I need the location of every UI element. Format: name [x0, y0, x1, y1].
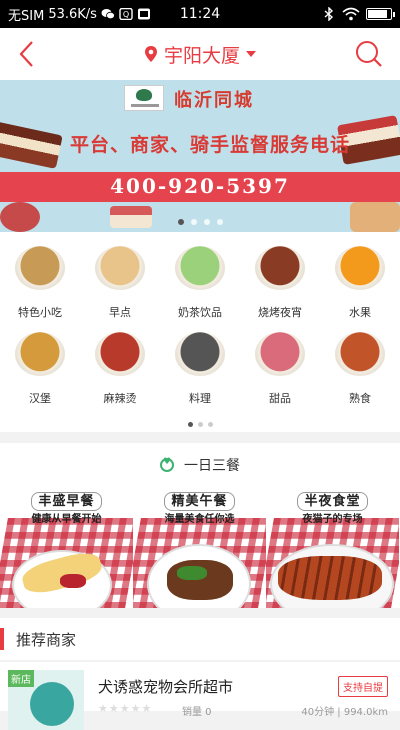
category-panel: 特色小吃 早点 奶茶饮品 烧烤夜宵 水果汉堡 麻辣烫 料理 甜品 熟食 [0, 232, 400, 432]
merchant-card[interactable]: 新店 犬诱惑宠物会所超市 支持自提 ★★★★★ 销量 0 40分钟 | 994.… [0, 662, 400, 730]
svg-text:Q: Q [123, 10, 129, 19]
banner-brand: 临沂同城 [174, 90, 254, 111]
category-label: 熟食 [349, 392, 371, 405]
meal-card-late-night[interactable]: 半夜食堂 夜猫子的专场 [266, 488, 399, 608]
wifi-icon [342, 7, 360, 21]
category-pagination [0, 422, 400, 427]
burger-icon [15, 332, 65, 376]
back-icon[interactable] [14, 38, 42, 70]
category-label: 麻辣烫 [103, 392, 137, 405]
carrier-label: 无SIM [8, 8, 45, 24]
cake-decoration [0, 202, 40, 232]
search-icon[interactable] [354, 39, 384, 69]
heart-icon [160, 457, 174, 472]
banner-pagination [0, 219, 400, 225]
category-item[interactable]: 麻辣烫 [80, 332, 160, 418]
meal-subtitle: 夜猫子的专场 [302, 514, 363, 525]
snack-icon [15, 246, 65, 290]
image-icon [137, 8, 150, 20]
category-label: 早点 [109, 306, 131, 319]
greens-food [177, 566, 207, 580]
meal-subtitle: 健康从早餐开始 [31, 514, 102, 525]
category-item[interactable]: 甜品 [240, 332, 320, 418]
battery-icon [366, 8, 395, 20]
meals-title: 一日三餐 [184, 458, 240, 474]
skewers-food [278, 556, 382, 600]
section-marker [0, 628, 4, 650]
category-item[interactable]: 奶茶饮品 [160, 246, 240, 332]
bluetooth-icon [324, 7, 334, 21]
category-item[interactable]: 特色小吃 [0, 246, 80, 332]
banner-phone: 400-920-5397 [110, 174, 290, 198]
meal-name: 精美午餐 [164, 492, 235, 511]
pagination-dot [187, 422, 193, 427]
orange-icon [335, 246, 385, 290]
pagination-dot [177, 219, 184, 225]
location-pin-icon [144, 46, 157, 62]
pickup-tag: 支持自提 [338, 676, 388, 697]
category-item[interactable]: 烧烤夜宵 [240, 246, 320, 332]
merchant-name: 犬诱惑宠物会所超市 [98, 678, 234, 696]
notification-icon: Q [119, 8, 133, 20]
pagination-dot [207, 422, 213, 427]
spicy-hotpot-icon [95, 332, 145, 376]
status-bar: 无SIM 53.6K/s Q 11:24 [0, 0, 400, 28]
meal-card-lunch[interactable]: 精美午餐 海量美食任你选 [133, 488, 266, 608]
pagination-dot [203, 219, 210, 225]
category-label: 料理 [189, 392, 211, 405]
network-speed: 53.6K/s [48, 6, 97, 22]
category-label: 特色小吃 [18, 306, 62, 319]
milk-tea-icon [175, 246, 225, 290]
category-item[interactable]: 熟食 [320, 332, 400, 418]
meal-name: 丰盛早餐 [31, 492, 102, 511]
cooked-food-icon [335, 332, 385, 376]
category-label: 烧烤夜宵 [258, 306, 302, 319]
pagination-dot [197, 422, 203, 427]
pagination-dot [190, 219, 197, 225]
pet-logo-icon [30, 682, 74, 726]
location-selector[interactable]: 宇阳大厦 [144, 41, 256, 68]
category-item[interactable]: 汉堡 [0, 332, 80, 418]
category-item[interactable]: 早点 [80, 246, 160, 332]
category-label: 甜品 [269, 392, 291, 405]
pagination-dot [216, 219, 223, 225]
dumpling-icon [95, 246, 145, 290]
category-label: 奶茶饮品 [178, 306, 222, 319]
sushi-icon [175, 332, 225, 376]
rating-stars: ★★★★★ [98, 702, 153, 715]
category-item[interactable]: 水果 [320, 246, 400, 332]
three-meals-section: 一日三餐 丰盛早餐 健康从早餐开始 精美午餐 海量美食任你选 半夜食堂 夜猫子的… [0, 443, 400, 608]
new-store-badge: 新店 [8, 670, 34, 687]
meal-name: 半夜食堂 [297, 492, 368, 511]
banner-slogan: 平台、商家、骑手监督服务电话 [69, 134, 350, 156]
location-label: 宇阳大厦 [163, 44, 240, 67]
meal-card-breakfast[interactable]: 丰盛早餐 健康从早餐开始 [0, 488, 133, 608]
recommend-header: 推荐商家 [0, 618, 400, 660]
berries-food [60, 574, 86, 588]
recommend-title: 推荐商家 [16, 630, 77, 649]
meal-subtitle: 海量美食任你选 [164, 514, 235, 525]
category-label: 汉堡 [29, 392, 51, 405]
cake-decoration [350, 202, 400, 232]
brand-logo [124, 85, 164, 111]
cupcake-icon [255, 332, 305, 376]
promo-banner[interactable]: 临沂同城 平台、商家、骑手监督服务电话 400-920-5397 [0, 80, 400, 232]
category-label: 水果 [349, 306, 371, 319]
caret-down-icon [246, 51, 256, 57]
bbq-icon [255, 246, 305, 290]
category-item[interactable]: 料理 [160, 332, 240, 418]
wechat-icon [101, 9, 115, 20]
nav-bar: 宇阳大厦 [0, 28, 400, 80]
merchant-thumbnail: 新店 [8, 670, 84, 730]
